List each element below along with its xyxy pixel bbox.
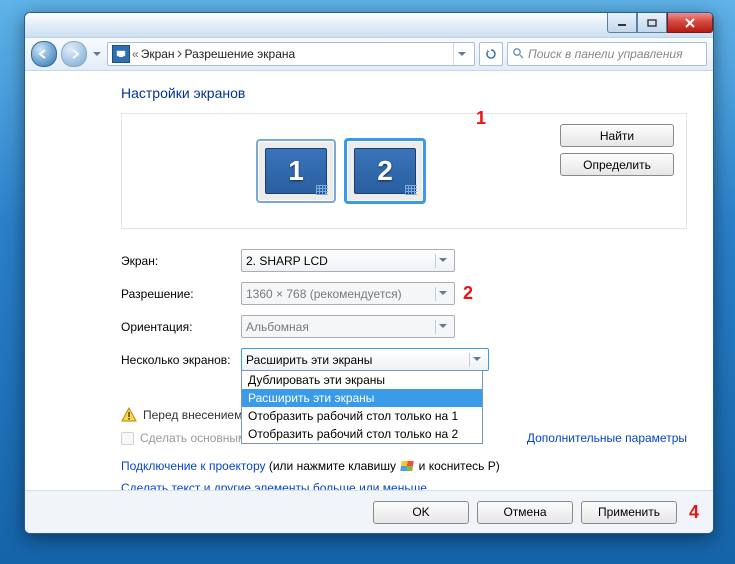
search-icon bbox=[512, 47, 524, 62]
chevron-right-icon[interactable] bbox=[177, 49, 183, 59]
close-button[interactable] bbox=[667, 13, 713, 33]
cancel-button[interactable]: Отмена bbox=[477, 501, 573, 524]
monitor-row: 1 2 bbox=[122, 114, 560, 228]
advanced-settings-link[interactable]: Дополнительные параметры bbox=[527, 431, 687, 445]
label-multiple-displays: Несколько экранов: bbox=[121, 353, 241, 367]
search-box[interactable]: Поиск в панели управления bbox=[507, 42, 707, 66]
option-only-2[interactable]: Отобразить рабочий стол только на 2 bbox=[242, 425, 482, 443]
warning-text-1: Перед внесением bbox=[143, 408, 242, 422]
make-main-checkbox bbox=[121, 432, 134, 445]
preview-side-buttons: Найти Определить bbox=[560, 114, 686, 228]
annotation-4: 4 bbox=[685, 502, 699, 523]
nav-back-button[interactable] bbox=[31, 41, 57, 67]
label-display: Экран: bbox=[121, 254, 241, 268]
control-panel-window: « Экран Разрешение экрана Поиск в панели… bbox=[24, 12, 714, 534]
monitor-preview: 1 2 Найти Определить 1 bbox=[121, 113, 687, 229]
nav-bar: « Экран Разрешение экрана Поиск в панели… bbox=[25, 38, 713, 71]
combo-resolution[interactable]: 1360 × 768 (рекомендуется) bbox=[241, 282, 455, 305]
annotation-1: 1 bbox=[468, 108, 486, 129]
chevron-down-icon bbox=[469, 353, 484, 367]
monitor-1[interactable]: 1 bbox=[256, 139, 336, 203]
minimize-button[interactable] bbox=[607, 13, 637, 33]
combo-multiple-displays[interactable]: Расширить эти экраны Дублировать эти экр… bbox=[241, 348, 489, 371]
breadcrumb-screen[interactable]: Экран bbox=[141, 47, 175, 61]
chevron-down-icon bbox=[435, 287, 450, 301]
combo-orientation[interactable]: Альбомная bbox=[241, 315, 455, 338]
monitor-2[interactable]: 2 bbox=[344, 138, 426, 204]
find-button[interactable]: Найти bbox=[560, 124, 674, 147]
apply-button[interactable]: Применить bbox=[581, 501, 677, 524]
nav-history-dropdown[interactable] bbox=[91, 46, 103, 62]
option-only-1[interactable]: Отобразить рабочий стол только на 1 bbox=[242, 407, 482, 425]
maximize-button[interactable] bbox=[637, 13, 667, 33]
settings-form: Экран: 2. SHARP LCD Разрешение: 1360 × 7… bbox=[121, 249, 687, 371]
multiple-displays-dropdown: Дублировать эти экраны Расширить эти экр… bbox=[241, 370, 483, 444]
label-resolution: Разрешение: bbox=[121, 287, 241, 301]
annotation-3: 3 bbox=[455, 349, 687, 370]
windows-key-icon bbox=[401, 461, 414, 471]
label-orientation: Ориентация: bbox=[121, 320, 241, 334]
make-main-label: Сделать основным bbox=[140, 431, 246, 445]
projector-link-row: Подключение к проектору (или нажмите кла… bbox=[121, 459, 687, 473]
breadcrumb-prefix: « bbox=[132, 47, 139, 61]
option-duplicate[interactable]: Дублировать эти экраны bbox=[242, 371, 482, 389]
warning-icon bbox=[121, 407, 137, 423]
refresh-button[interactable] bbox=[479, 42, 503, 66]
nav-forward-button[interactable] bbox=[61, 41, 87, 67]
chevron-down-icon bbox=[435, 320, 450, 334]
dialog-footer: OK Отмена Применить 4 bbox=[25, 490, 713, 533]
content-area: Настройки экранов 1 2 Найти Определить 1… bbox=[25, 71, 713, 517]
page-title: Настройки экранов bbox=[121, 85, 687, 101]
window-buttons bbox=[607, 13, 713, 33]
display-icon bbox=[112, 45, 130, 63]
ok-button[interactable]: OK bbox=[373, 501, 469, 524]
option-extend[interactable]: Расширить эти экраны bbox=[242, 389, 482, 407]
combo-display[interactable]: 2. SHARP LCD bbox=[241, 249, 455, 272]
search-placeholder: Поиск в панели управления bbox=[528, 47, 683, 61]
projector-link[interactable]: Подключение к проектору bbox=[121, 459, 266, 473]
breadcrumb-resolution[interactable]: Разрешение экрана bbox=[185, 47, 296, 61]
chevron-down-icon bbox=[435, 254, 450, 268]
address-bar[interactable]: « Экран Разрешение экрана bbox=[107, 42, 475, 66]
title-bar[interactable] bbox=[25, 13, 713, 38]
annotation-2: 2 bbox=[455, 283, 687, 304]
address-dropdown[interactable] bbox=[453, 43, 470, 65]
detect-button[interactable]: Определить bbox=[560, 153, 674, 176]
